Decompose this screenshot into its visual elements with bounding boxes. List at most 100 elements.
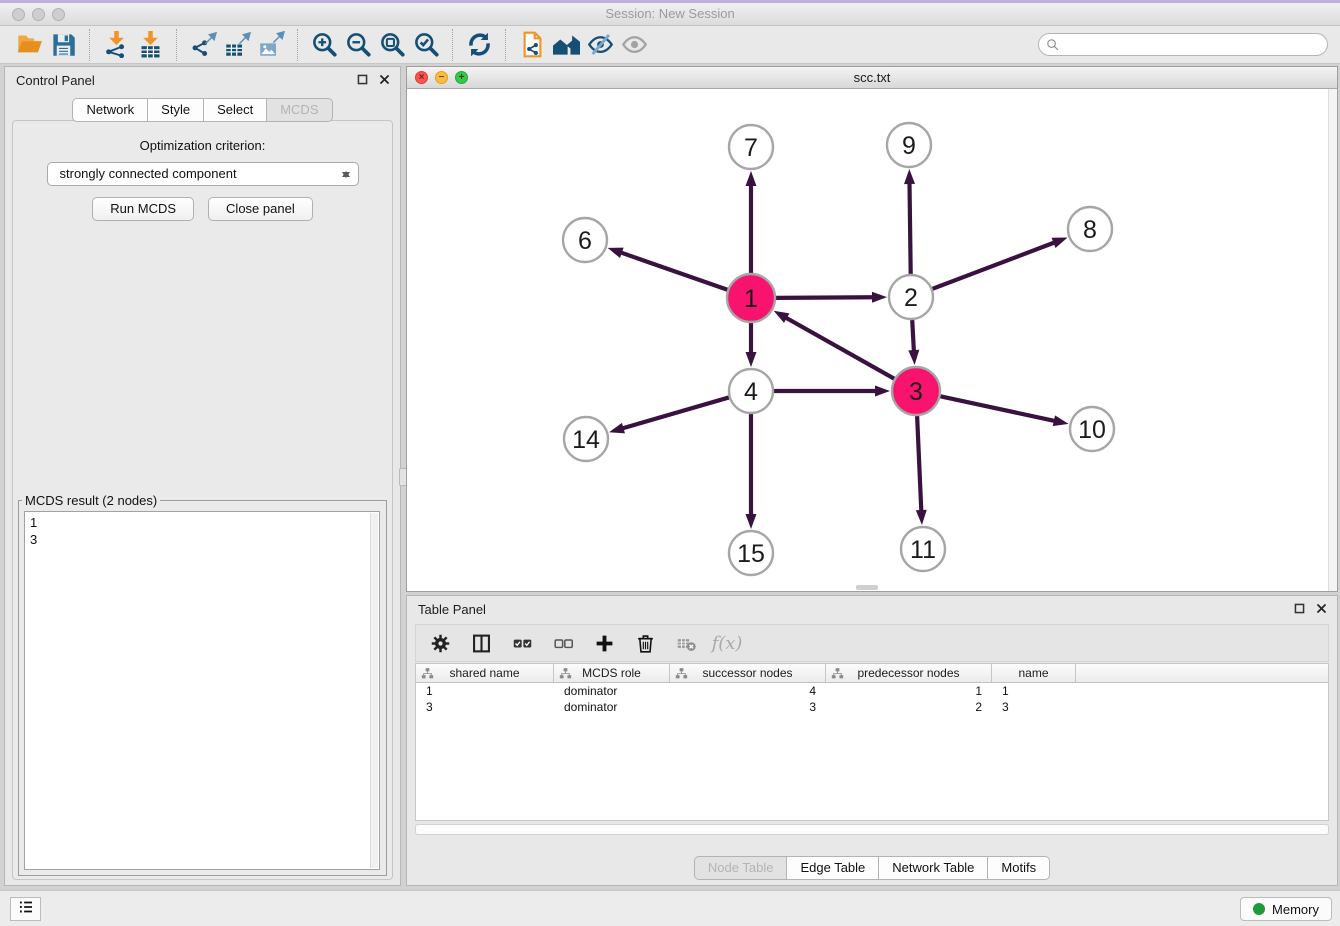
table-cell: 3 (416, 699, 554, 715)
table-panel-tabs: Node TableEdge TableNetwork TableMotifs (407, 856, 1337, 880)
close-window-button[interactable] (12, 8, 25, 21)
select-stepper-icon (342, 167, 351, 182)
check-all-icon[interactable] (510, 631, 534, 655)
tab-node-table[interactable]: Node Table (694, 856, 788, 880)
graph-edge-arrowhead (908, 350, 919, 365)
mcds-buttons-row: Run MCDS Close panel (13, 197, 392, 221)
graph-edge-arrowhead (872, 292, 887, 303)
graph-edge-arrowhead (916, 510, 927, 525)
export-network-icon[interactable] (186, 29, 220, 61)
graph-edge-3-11[interactable] (917, 416, 921, 512)
export-table-icon[interactable] (220, 29, 254, 61)
uncheck-all-icon[interactable] (551, 631, 575, 655)
node-table: shared nameMCDS role successor nodes prede… (415, 663, 1329, 821)
table-cell: 3 (992, 699, 1076, 715)
memory-status-icon (1253, 903, 1265, 915)
table-cell: 2 (826, 699, 992, 715)
optimization-criterion-label: Optimization criterion: (13, 138, 392, 153)
hide-eye-icon[interactable] (583, 29, 617, 61)
minimize-window-button[interactable] (32, 8, 45, 21)
import-network-icon[interactable] (99, 29, 133, 61)
column-header-predecessor-nodes[interactable]: predecessor nodes (826, 664, 992, 682)
float-panel-icon[interactable] (1293, 602, 1306, 615)
save-floppy-icon[interactable] (46, 29, 80, 61)
search-input[interactable] (1038, 33, 1328, 56)
columns-icon[interactable] (469, 631, 493, 655)
network-window-controls: × − + (415, 71, 468, 84)
graph-node-label: 1 (744, 285, 758, 313)
tab-edge-table[interactable]: Edge Table (787, 856, 879, 880)
tab-style[interactable]: Style (148, 98, 204, 122)
export-image-icon[interactable] (254, 29, 288, 61)
graph-node-label: 11 (910, 536, 936, 564)
graph-node-label: 14 (572, 426, 600, 454)
graph-edge-arrowhead (746, 352, 757, 367)
tab-select[interactable]: Select (204, 98, 267, 122)
zoom-in-icon[interactable] (307, 29, 341, 61)
window-controls (12, 8, 65, 21)
table-row[interactable]: 3dominator323 (416, 699, 1328, 715)
network-window-titlebar: × − + scc.txt (407, 67, 1337, 89)
refresh-layout-icon[interactable] (462, 29, 496, 61)
close-panel-icon[interactable] (378, 73, 391, 86)
table-panel-title: Table Panel (418, 602, 486, 617)
network-canvas[interactable]: 7968124314101511 (407, 89, 1337, 591)
graph-edge-2-8[interactable] (933, 242, 1056, 289)
hierarchy-icon (675, 667, 688, 680)
network-horizontal-scroll-thumb[interactable] (856, 585, 878, 590)
graph-edge-4-14[interactable] (622, 397, 729, 428)
criterion-select[interactable]: strongly connected component (47, 162, 359, 186)
gear-icon[interactable] (428, 631, 452, 655)
app-titlebar: Session: New Session (0, 3, 1340, 26)
graph-edge-arrowhead (1053, 415, 1069, 426)
table-horizontal-scrollbar[interactable] (415, 824, 1329, 835)
zoom-out-icon[interactable] (341, 29, 375, 61)
node-table-header: shared nameMCDS role successor nodes prede… (416, 664, 1328, 683)
graph-edge-1-2[interactable] (776, 297, 874, 298)
network-minimize-button[interactable]: − (435, 71, 448, 84)
graph-edge-3-1[interactable] (785, 317, 894, 379)
mcds-result-box: MCDS result (2 nodes) 1 3 (18, 493, 387, 876)
table-row[interactable]: 1dominator411 (416, 683, 1328, 699)
float-panel-icon[interactable] (356, 73, 369, 86)
memory-button[interactable]: Memory (1240, 897, 1332, 921)
mcds-result-scrollbar[interactable] (370, 513, 378, 868)
graph-edge-2-3[interactable] (912, 320, 914, 352)
graph-edge-3-10[interactable] (940, 396, 1055, 421)
plus-icon[interactable] (592, 631, 616, 655)
tab-network-table[interactable]: Network Table (879, 856, 988, 880)
zoom-fit-icon[interactable] (375, 29, 409, 61)
column-header-name[interactable]: name (992, 664, 1076, 682)
column-label: predecessor nodes (857, 666, 959, 680)
graph-edge-2-9[interactable] (909, 182, 910, 274)
network-close-button[interactable]: × (415, 71, 428, 84)
table-cell: dominator (554, 683, 670, 699)
tab-motifs[interactable]: Motifs (988, 856, 1050, 880)
task-history-button[interactable] (10, 897, 41, 921)
network-vertical-scrollbar[interactable] (1328, 89, 1337, 591)
network-maximize-button[interactable]: + (455, 71, 468, 84)
import-table-icon[interactable] (133, 29, 167, 61)
graph-edge-1-6[interactable] (620, 252, 727, 290)
graph-node-label: 9 (902, 132, 916, 160)
column-header-mcds-role[interactable]: MCDS role (554, 664, 670, 682)
tab-mcds[interactable]: MCDS (267, 98, 332, 122)
trash-icon[interactable] (633, 631, 657, 655)
houses-icon[interactable] (549, 29, 583, 61)
graph-node-label: 4 (744, 378, 758, 406)
open-folder-icon[interactable] (12, 29, 46, 61)
network-document-icon[interactable] (515, 29, 549, 61)
zoom-selected-icon[interactable] (409, 29, 443, 61)
column-label: successor nodes (702, 666, 792, 680)
graph-node-label: 8 (1083, 216, 1097, 244)
close-panel-icon[interactable] (1315, 602, 1328, 615)
column-header-shared-name[interactable]: shared name (416, 664, 554, 682)
run-mcds-button[interactable]: Run MCDS (92, 197, 194, 221)
close-panel-button[interactable]: Close panel (208, 197, 313, 221)
graph-node-label: 15 (737, 540, 765, 568)
tab-network[interactable]: Network (72, 98, 148, 122)
hierarchy-icon (831, 667, 844, 680)
graph-edge-arrowhead (1052, 238, 1068, 248)
column-header-successor-nodes[interactable]: successor nodes (670, 664, 826, 682)
maximize-window-button[interactable] (52, 8, 65, 21)
